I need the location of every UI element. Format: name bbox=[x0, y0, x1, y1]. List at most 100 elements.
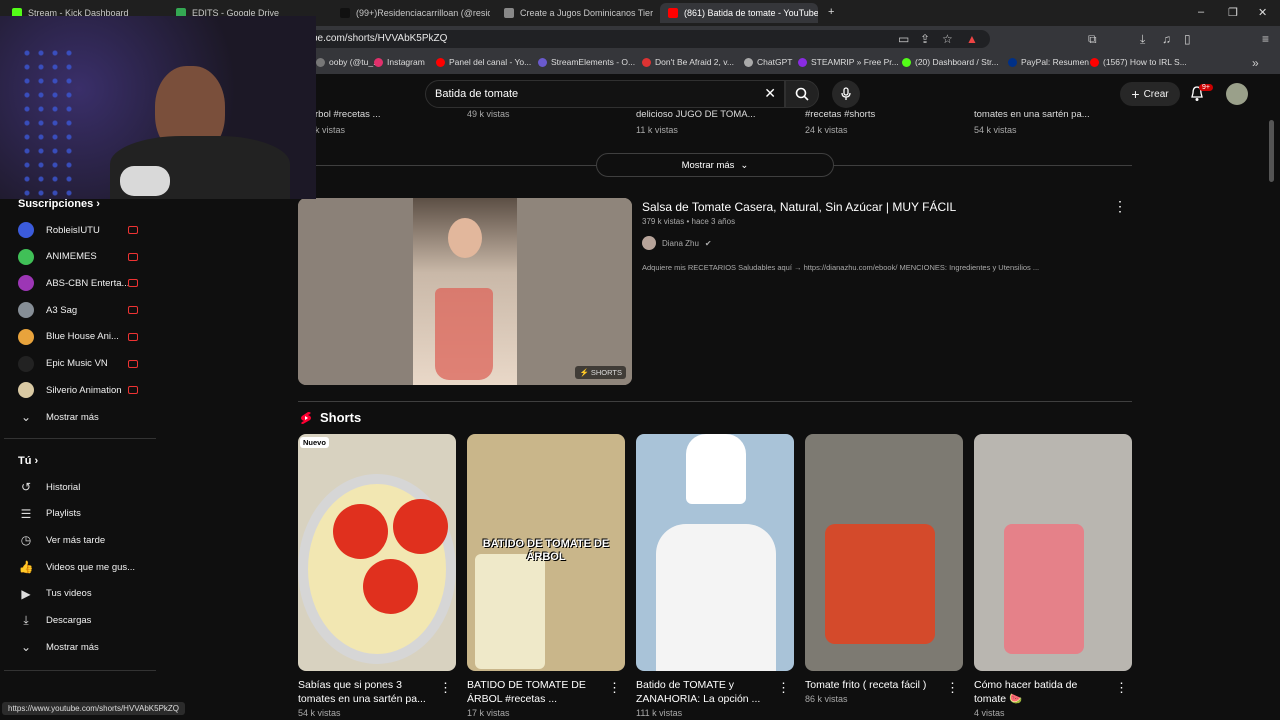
bookmark-favicon-icon bbox=[538, 57, 547, 67]
christmas-tree-lights bbox=[20, 46, 80, 196]
short-thumbnail[interactable] bbox=[636, 434, 794, 671]
sidebar-channel-item[interactable]: Blue House Ani... bbox=[18, 327, 148, 347]
bookmark-favicon-icon bbox=[436, 57, 445, 67]
short-card[interactable]: Cómo hacer batida de tomate 🍉 4 vistas ⋮ bbox=[974, 434, 1132, 718]
short-card[interactable]: Batido de TOMATE y ZANAHORIA: La opción … bbox=[636, 434, 794, 718]
sidebar-item-video[interactable]: ▶ Tus videos bbox=[18, 584, 148, 604]
extensions-icon[interactable]: ⧉ bbox=[1088, 32, 1097, 47]
bookmark-item[interactable]: Panel del canal - Yo... bbox=[436, 57, 531, 67]
media-icon[interactable]: ♫ bbox=[1162, 32, 1171, 46]
previous-item-title[interactable]: rbol #recetas ... bbox=[315, 109, 380, 120]
short-title[interactable]: Batido de TOMATE y ZANAHORIA: La opción … bbox=[636, 678, 771, 706]
tomato-graphic bbox=[393, 499, 448, 554]
sidebar-item-label: Tus videos bbox=[46, 588, 92, 600]
sidebar-channel-item[interactable]: A3 Sag bbox=[18, 300, 148, 320]
bookmark-label: Instagram bbox=[387, 57, 425, 67]
bookmark-item[interactable]: Don't Be Afraid 2, v... bbox=[642, 57, 734, 67]
previous-item-title[interactable]: #recetas #shorts bbox=[805, 109, 875, 120]
bookmark-item[interactable]: Instagram bbox=[374, 57, 425, 67]
bookmark-item[interactable]: STEAMRIP » Free Pr... bbox=[798, 57, 899, 67]
more-actions-icon[interactable]: ⋮ bbox=[608, 680, 621, 696]
short-card[interactable]: Nuevo Sabías que si pones 3 tomates en un… bbox=[298, 434, 456, 718]
short-title[interactable]: Sabías que si pones 3 tomates en una sar… bbox=[298, 678, 433, 706]
previous-item-views: 11 k vistas bbox=[636, 125, 678, 135]
browser-tab[interactable]: (861) Batida de tomate - YouTube✕ bbox=[660, 3, 818, 23]
sidebar-item-clock[interactable]: ◷ Ver más tarde bbox=[18, 530, 148, 550]
sidebar-icon[interactable]: ▯ bbox=[1184, 32, 1191, 46]
live-indicator-icon bbox=[128, 252, 138, 261]
previous-item-title[interactable]: delicioso JUGO DE TOMA... bbox=[636, 109, 756, 120]
short-thumbnail[interactable]: Nuevo bbox=[298, 434, 456, 671]
page-scrollbar[interactable] bbox=[1269, 120, 1274, 182]
bookmark-item[interactable]: PayPal: Resumen bbox=[1008, 57, 1089, 67]
live-indicator-icon bbox=[128, 386, 138, 395]
bookmark-item[interactable]: StreamElements - O... bbox=[538, 57, 635, 67]
short-title[interactable]: Cómo hacer batida de tomate 🍉 bbox=[974, 678, 1109, 706]
shorts-label: ⚡ SHORTS bbox=[575, 366, 626, 379]
previous-item-views: k vistas bbox=[315, 125, 346, 135]
sidebar-item-history[interactable]: ↺ Historial bbox=[18, 477, 148, 497]
sidebar-item-playlists[interactable]: ☰ Playlists bbox=[18, 504, 148, 524]
bookmark-label: ChatGPT bbox=[757, 57, 793, 67]
more-actions-icon[interactable]: ⋮ bbox=[946, 680, 959, 696]
bookmark-item[interactable]: (20) Dashboard / Str... bbox=[902, 57, 999, 67]
bookmark-favicon-icon bbox=[374, 57, 383, 67]
maximize-icon[interactable]: ❐ bbox=[1228, 6, 1238, 19]
bookmark-star-icon[interactable]: ☆ bbox=[942, 32, 953, 46]
voice-search-button[interactable] bbox=[832, 80, 860, 108]
download-icon: ⤓ bbox=[23, 613, 29, 627]
share-icon[interactable]: ⇪ bbox=[920, 32, 930, 46]
short-title[interactable]: Tomate frito ( receta fácil ) bbox=[805, 678, 940, 692]
sidebar-channel-item[interactable]: RobleisIUTU bbox=[18, 220, 148, 240]
bookmark-favicon-icon bbox=[1090, 57, 1099, 67]
minimize-icon[interactable]: – bbox=[1198, 6, 1204, 18]
browser-tab[interactable]: (99+)Residenciacarrilloan (@residenc bbox=[332, 3, 490, 23]
sidebar-item-like[interactable]: 👍 Videos que me gus... bbox=[18, 557, 148, 577]
more-actions-icon[interactable]: ⋮ bbox=[1113, 198, 1127, 215]
sidebar-channel-item[interactable]: ANIMEMES bbox=[18, 247, 148, 267]
sidebar-item-download[interactable]: ⤓ Descargas bbox=[18, 611, 148, 631]
previous-item-title[interactable]: tomates en una sartén pa... bbox=[974, 109, 1090, 120]
short-title[interactable]: BATIDO DE TOMATE DE ÁRBOL #recetas ... bbox=[467, 678, 602, 706]
you-heading[interactable]: Tú › bbox=[18, 455, 38, 467]
menu-icon[interactable]: ≡ bbox=[1262, 32, 1269, 46]
more-actions-icon[interactable]: ⋮ bbox=[439, 680, 452, 696]
account-avatar[interactable] bbox=[1226, 83, 1248, 105]
create-button[interactable]: + Crear bbox=[1120, 82, 1180, 106]
video-thumbnail[interactable]: ⚡ SHORTS bbox=[298, 198, 632, 385]
close-window-icon[interactable]: ✕ bbox=[1258, 6, 1267, 19]
short-thumbnail[interactable] bbox=[805, 434, 963, 671]
show-more-button[interactable]: Mostrar más ⌄ bbox=[596, 153, 834, 177]
bookmark-item[interactable]: ooby (@tu_... bbox=[316, 57, 380, 67]
browser-tab[interactable]: Create a Jugos Dominicanos Tier List bbox=[496, 3, 654, 23]
search-input[interactable]: Batida de tomate ✕ bbox=[425, 80, 785, 108]
sidebar-channel-item[interactable]: ABS-CBN Enterta... bbox=[18, 273, 148, 293]
subscriptions-heading[interactable]: Suscripciones › bbox=[18, 198, 100, 210]
install-icon[interactable]: ▭ bbox=[898, 32, 909, 46]
more-actions-icon[interactable]: ⋮ bbox=[1115, 680, 1128, 696]
bookmark-favicon-icon bbox=[1008, 57, 1017, 67]
show-more-label: Mostrar más bbox=[681, 159, 735, 171]
clear-search-icon[interactable]: ✕ bbox=[764, 85, 776, 102]
download-icon[interactable]: ⤓ bbox=[1140, 32, 1145, 47]
sidebar-channel-item[interactable]: Epic Music VN bbox=[18, 354, 148, 374]
more-actions-icon[interactable]: ⋮ bbox=[777, 680, 790, 696]
microphone-prop bbox=[120, 166, 170, 196]
sidebar-channel-item[interactable]: Silverio Animation bbox=[18, 380, 148, 400]
sidebar-item-chevron-down[interactable]: ⌄ Mostrar más bbox=[18, 637, 148, 657]
short-thumbnail[interactable] bbox=[974, 434, 1132, 671]
sidebar-show-more[interactable]: ⌄ Mostrar más bbox=[18, 407, 148, 427]
short-card[interactable]: Tomate frito ( receta fácil ) 86 k vistas… bbox=[805, 434, 963, 704]
shorts-logo-icon bbox=[301, 411, 311, 424]
more-bookmarks-icon[interactable]: » bbox=[1252, 56, 1259, 70]
url-field[interactable]: be.com/shorts/HVVAbK5PkZQ bbox=[300, 30, 990, 48]
video-channel[interactable]: Diana Zhu ✔ bbox=[642, 236, 712, 250]
short-thumbnail[interactable]: BATIDO DE TOMATE DE ÁRBOL bbox=[467, 434, 625, 671]
bookmark-item[interactable]: (1567) How to IRL S... bbox=[1090, 57, 1187, 67]
video-title[interactable]: Salsa de Tomate Casera, Natural, Sin Azú… bbox=[642, 200, 956, 214]
new-tab-button[interactable]: + bbox=[828, 6, 834, 18]
bookmark-item[interactable]: ChatGPT bbox=[744, 57, 792, 67]
search-button[interactable] bbox=[785, 80, 819, 108]
short-card[interactable]: BATIDO DE TOMATE DE ÁRBOL BATIDO DE TOMAT… bbox=[467, 434, 625, 718]
brave-shield-icon[interactable]: ▲ bbox=[966, 32, 978, 46]
